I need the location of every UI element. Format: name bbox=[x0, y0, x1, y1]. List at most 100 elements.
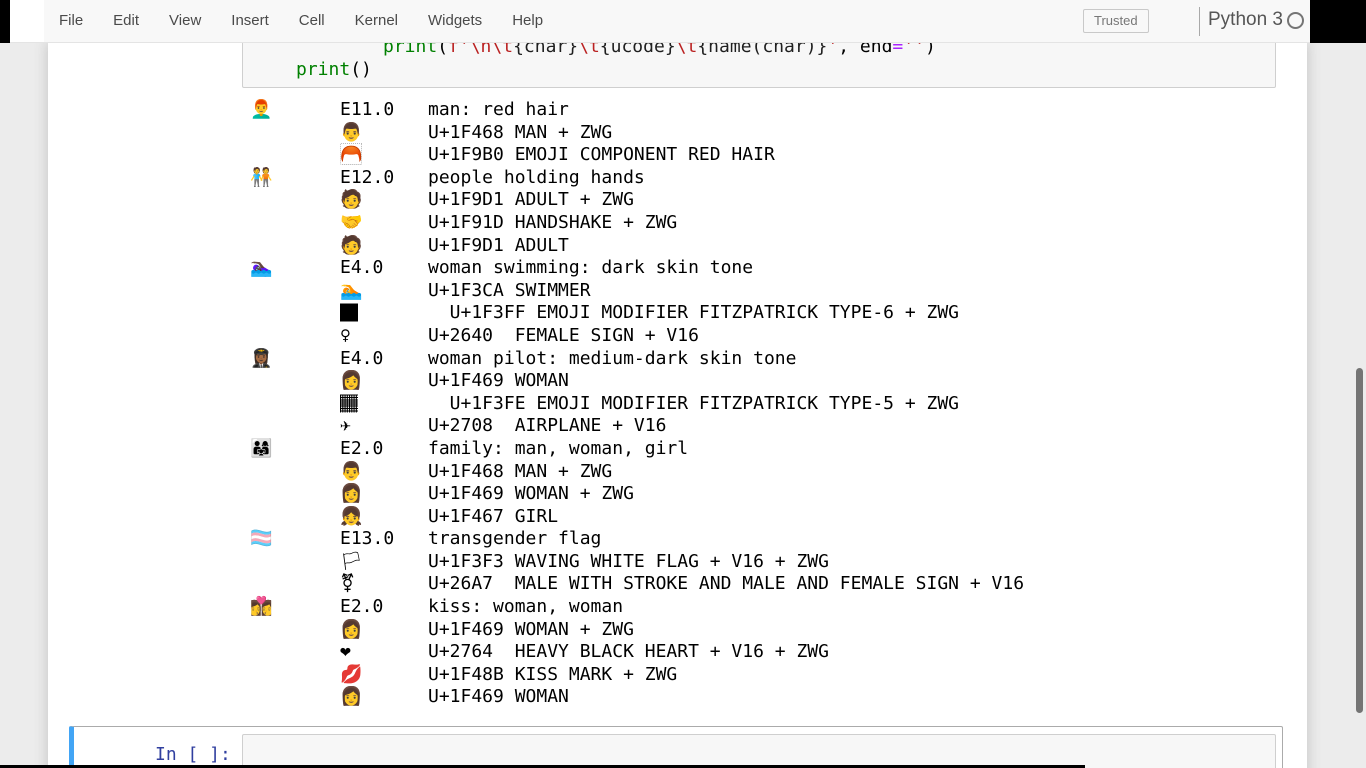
code-token: = bbox=[892, 43, 903, 57]
emoji-component-icon: ⚧ bbox=[340, 573, 428, 596]
code-token: ' bbox=[827, 43, 838, 57]
output-row: 👩‍❤️‍💋‍👩E2.0kiss: woman, woman bbox=[250, 596, 1024, 619]
output-row: 🦰U+1F9B0 EMOJI COMPONENT RED HAIR bbox=[250, 144, 1024, 167]
codepoint-text: woman pilot: medium-dark skin tone bbox=[428, 348, 796, 371]
codepoint-text: people holding hands bbox=[428, 167, 645, 190]
code-token: {name(char)} bbox=[697, 43, 827, 57]
codepoint-text: U+2764 HEAVY BLACK HEART + V16 + ZWG bbox=[428, 641, 829, 664]
emoji-component-icon: 🧑 bbox=[340, 189, 428, 212]
emoji-component-icon: 🦰 bbox=[340, 144, 428, 167]
codepoint-text: kiss: woman, woman bbox=[428, 596, 623, 619]
spacer bbox=[250, 212, 340, 235]
spacer bbox=[250, 393, 340, 416]
spacer bbox=[250, 641, 340, 664]
kernel-name: Python 3 bbox=[1208, 9, 1283, 31]
menu-widgets[interactable]: Widgets bbox=[413, 0, 497, 42]
menu-cell[interactable]: Cell bbox=[284, 0, 340, 42]
codepoint-text: U+1F468 MAN + ZWG bbox=[428, 461, 612, 484]
codepoint-text: family: man, woman, girl bbox=[428, 438, 688, 461]
emoji-sequence-icon: 👨‍👩‍👧 bbox=[250, 438, 340, 461]
codepoint-text: U+1F3CA SWIMMER bbox=[428, 280, 591, 303]
empty-code-cell[interactable]: In [ ]: bbox=[69, 726, 1283, 768]
empty-cell-editor[interactable] bbox=[242, 734, 1276, 768]
code-token: \t bbox=[578, 43, 600, 57]
codepoint-text: U+1F469 WOMAN + ZWG bbox=[428, 483, 634, 506]
code-token: f' bbox=[448, 43, 470, 57]
output-row: 👨U+1F468 MAN + ZWG bbox=[250, 122, 1024, 145]
output-row: 🧑‍🤝‍🧑E12.0people holding hands bbox=[250, 167, 1024, 190]
scrollbar-thumb[interactable] bbox=[1356, 368, 1363, 713]
output-row: 👩U+1F469 WOMAN + ZWG bbox=[250, 619, 1024, 642]
output-row: ♀U+2640 FEMALE SIGN + V16 bbox=[250, 325, 1024, 348]
code-cell-editor[interactable]: print(f'\n\t{char}\t{ucode}\t{name(char)… bbox=[242, 43, 1276, 88]
output-row: 👨‍👩‍👧E2.0family: man, woman, girl bbox=[250, 438, 1024, 461]
menu-view[interactable]: View bbox=[154, 0, 216, 42]
code-token: , end bbox=[838, 43, 892, 57]
menu-insert[interactable]: Insert bbox=[216, 0, 284, 42]
emoji-component-icon: 👩 bbox=[340, 686, 428, 709]
emoji-component-icon: 👧 bbox=[340, 506, 428, 529]
output-row: 🏊U+1F3CA SWIMMER bbox=[250, 280, 1024, 303]
emoji-version: E2.0 bbox=[340, 596, 428, 619]
emoji-component-icon: 👩 bbox=[340, 483, 428, 506]
emoji-version: E2.0 bbox=[340, 438, 428, 461]
code-line: print(f'\n\t{char}\t{ucode}\t{name(char)… bbox=[243, 43, 1275, 58]
emoji-version: E13.0 bbox=[340, 528, 428, 551]
code-token: () bbox=[350, 59, 372, 80]
menu-edit[interactable]: Edit bbox=[98, 0, 154, 42]
notebook-scroll-area: print(f'\n\t{char}\t{ucode}\t{name(char)… bbox=[0, 43, 1366, 768]
output-row: 👧U+1F467 GIRL bbox=[250, 506, 1024, 529]
output-row: 🧑U+1F9D1 ADULT bbox=[250, 235, 1024, 258]
output-row: 👨U+1F468 MAN + ZWG bbox=[250, 461, 1024, 484]
output-row: 🏾 U+1F3FE EMOJI MODIFIER FITZPATRICK TYP… bbox=[250, 393, 1024, 416]
output-row: 🏊🏿‍♀️E4.0woman swimming: dark skin tone bbox=[250, 257, 1024, 280]
code-token: '' bbox=[903, 43, 925, 57]
code-token: {ucode} bbox=[600, 43, 676, 57]
codepoint-text: U+1F9D1 ADULT + ZWG bbox=[428, 189, 634, 212]
output-row: 👩U+1F469 WOMAN bbox=[250, 370, 1024, 393]
emoji-component-icon: 🏿 bbox=[340, 302, 428, 325]
output-row: 🤝U+1F91D HANDSHAKE + ZWG bbox=[250, 212, 1024, 235]
menu-kernel[interactable]: Kernel bbox=[340, 0, 413, 42]
emoji-component-icon: 👩 bbox=[340, 619, 428, 642]
spacer bbox=[250, 325, 340, 348]
codepoint-text: U+1F469 WOMAN bbox=[428, 370, 569, 393]
kernel-separator bbox=[1199, 7, 1200, 36]
emoji-component-icon: 🧑 bbox=[340, 235, 428, 258]
spacer bbox=[250, 122, 340, 145]
spacer bbox=[250, 551, 340, 574]
codepoint-text: U+1F469 WOMAN + ZWG bbox=[428, 619, 634, 642]
output-row: 👩U+1F469 WOMAN bbox=[250, 686, 1024, 709]
kernel-status-icon bbox=[1287, 12, 1304, 29]
spacer bbox=[250, 280, 340, 303]
codepoint-text: U+1F48B KISS MARK + ZWG bbox=[428, 664, 677, 687]
spacer bbox=[250, 235, 340, 258]
codepoint-text: U+2640 FEMALE SIGN + V16 bbox=[428, 325, 699, 348]
emoji-component-icon: 👨 bbox=[340, 122, 428, 145]
emoji-component-icon: ♀ bbox=[340, 325, 428, 348]
emoji-component-icon: 💋 bbox=[340, 664, 428, 687]
codepoint-text: U+26A7 MALE WITH STROKE AND MALE AND FEM… bbox=[428, 573, 1024, 596]
menubar: File Edit View Insert Cell Kernel Widget… bbox=[10, 0, 1310, 43]
output-row: ❤U+2764 HEAVY BLACK HEART + V16 + ZWG bbox=[250, 641, 1024, 664]
codepoint-text: U+1F3FE EMOJI MODIFIER FITZPATRICK TYPE-… bbox=[428, 393, 959, 416]
code-token: print bbox=[383, 43, 437, 57]
menu-file[interactable]: File bbox=[44, 0, 98, 42]
emoji-sequence-icon: 👩🏾‍✈️ bbox=[250, 348, 340, 371]
emoji-sequence-icon: 🏳️‍⚧️ bbox=[250, 528, 340, 551]
trusted-badge[interactable]: Trusted bbox=[1083, 9, 1149, 33]
spacer bbox=[250, 144, 340, 167]
emoji-version: E4.0 bbox=[340, 348, 428, 371]
menu-help[interactable]: Help bbox=[497, 0, 558, 42]
emoji-component-icon: 🏳 bbox=[340, 551, 428, 574]
codepoint-text: U+1F91D HANDSHAKE + ZWG bbox=[428, 212, 677, 235]
codepoint-text: U+1F467 GIRL bbox=[428, 506, 558, 529]
emoji-version: E12.0 bbox=[340, 167, 428, 190]
code-token: print bbox=[296, 59, 350, 80]
emoji-component-icon: ❤ bbox=[340, 641, 428, 664]
spacer bbox=[250, 415, 340, 438]
code-token: ( bbox=[437, 43, 448, 57]
spacer bbox=[250, 664, 340, 687]
codepoint-text: U+1F9D1 ADULT bbox=[428, 235, 569, 258]
output-row: 🏳U+1F3F3 WAVING WHITE FLAG + V16 + ZWG bbox=[250, 551, 1024, 574]
